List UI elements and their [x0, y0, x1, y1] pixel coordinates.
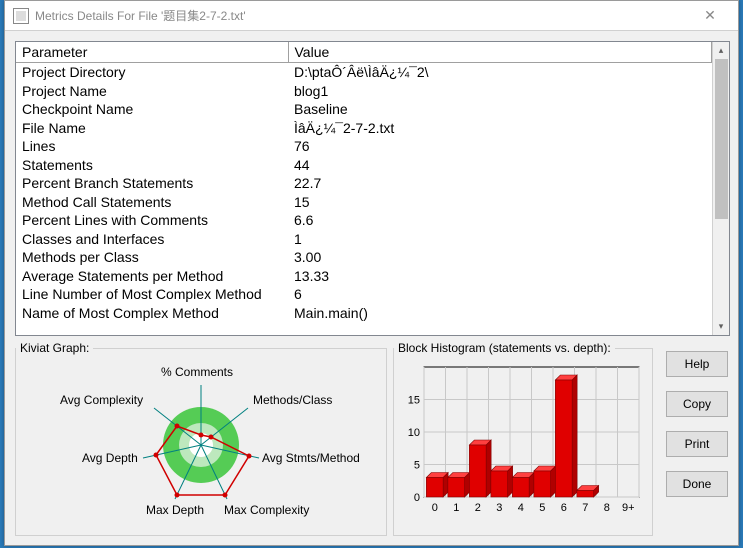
table-row[interactable]: Method Call Statements15: [16, 193, 712, 212]
done-button[interactable]: Done: [666, 471, 728, 497]
histogram-bar: [426, 478, 443, 498]
histogram-bar: [577, 491, 594, 498]
cell-param: Average Statements per Method: [16, 267, 288, 286]
cell-value: 76: [288, 137, 712, 156]
table-row[interactable]: Lines76: [16, 137, 712, 156]
table-row[interactable]: Name of Most Complex MethodMain.main(): [16, 304, 712, 323]
cell-param: Classes and Interfaces: [16, 230, 288, 249]
table-row[interactable]: Project DirectoryD:\ptaÔ´Âë\ÌâÄ¿¼¯2\: [16, 63, 712, 82]
table-row[interactable]: File NameÌâÄ¿¼¯2-7-2.txt: [16, 119, 712, 138]
content-area: Parameter Value Project DirectoryD:\ptaÔ…: [15, 41, 728, 535]
histogram-bar: [491, 471, 508, 497]
histogram-xtick: 1: [453, 502, 459, 514]
kiviat-label-avg-depth: Avg Depth: [82, 451, 138, 465]
table-row[interactable]: Percent Branch Statements22.7: [16, 174, 712, 193]
cell-value: Baseline: [288, 100, 712, 119]
histogram-xtick: 4: [518, 502, 524, 514]
histogram-xtick: 2: [475, 502, 481, 514]
table-row[interactable]: Methods per Class3.00: [16, 248, 712, 267]
histogram-bar: [555, 380, 572, 497]
histogram-xtick: 0: [432, 502, 438, 514]
kiviat-label-methods-class: Methods/Class: [253, 393, 332, 407]
table-row[interactable]: Percent Lines with Comments6.6: [16, 211, 712, 230]
histogram-legend: Block Histogram (statements vs. depth):: [394, 341, 615, 355]
cell-value: 13.33: [288, 267, 712, 286]
cell-value: blog1: [288, 82, 712, 101]
histogram-xtick: 8: [604, 502, 610, 514]
cell-param: Methods per Class: [16, 248, 288, 267]
cell-value: 15: [288, 193, 712, 212]
table-row[interactable]: Project Nameblog1: [16, 82, 712, 101]
metrics-table: Parameter Value Project DirectoryD:\ptaÔ…: [16, 42, 712, 322]
histogram-bar: [534, 471, 551, 497]
kiviat-label-avg-stmts: Avg Stmts/Method: [262, 451, 360, 465]
scroll-track[interactable]: [713, 59, 729, 318]
header-value[interactable]: Value: [288, 42, 712, 63]
close-button[interactable]: ✕: [690, 2, 730, 30]
copy-button[interactable]: Copy: [666, 391, 728, 417]
table-row[interactable]: Line Number of Most Complex Method6: [16, 285, 712, 304]
histogram-chart: 0 5 10 15 0 1 2 3 4 5 6 7 8 9+: [394, 355, 652, 530]
cell-value: 44: [288, 156, 712, 175]
table-row[interactable]: Statements44: [16, 156, 712, 175]
kiviat-panel: Kiviat Graph:: [15, 341, 385, 536]
vertical-scrollbar[interactable]: ▴ ▾: [712, 42, 729, 335]
scroll-thumb[interactable]: [715, 59, 728, 219]
scroll-down-arrow-icon[interactable]: ▾: [713, 318, 729, 335]
kiviat-body: % Comments Methods/Class Avg Stmts/Metho…: [16, 355, 386, 530]
table-row[interactable]: Classes and Interfaces1: [16, 230, 712, 249]
cell-param: Statements: [16, 156, 288, 175]
histogram-xtick: 5: [539, 502, 545, 514]
titlebar: Metrics Details For File '题目集2-7-2.txt' …: [5, 1, 738, 31]
histogram-ytick: 10: [408, 427, 420, 439]
cell-param: Project Directory: [16, 63, 288, 82]
kiviat-label-max-complexity: Max Complexity: [224, 503, 309, 517]
table-row[interactable]: Average Statements per Method13.33: [16, 267, 712, 286]
print-button[interactable]: Print: [666, 431, 728, 457]
cell-value: ÌâÄ¿¼¯2-7-2.txt: [288, 119, 712, 138]
cell-param: Percent Branch Statements: [16, 174, 288, 193]
metrics-table-panel: Parameter Value Project DirectoryD:\ptaÔ…: [15, 41, 730, 336]
cell-param: Lines: [16, 137, 288, 156]
cell-param: Checkpoint Name: [16, 100, 288, 119]
cell-value: 6.6: [288, 211, 712, 230]
window: Metrics Details For File '题目集2-7-2.txt' …: [4, 0, 739, 546]
metrics-table-scroll[interactable]: Parameter Value Project DirectoryD:\ptaÔ…: [16, 42, 712, 335]
cell-value: 3.00: [288, 248, 712, 267]
scroll-up-arrow-icon[interactable]: ▴: [713, 42, 729, 59]
cell-param: Method Call Statements: [16, 193, 288, 212]
cell-param: Project Name: [16, 82, 288, 101]
histogram-bar: [448, 478, 465, 498]
table-row[interactable]: Checkpoint NameBaseline: [16, 100, 712, 119]
kiviat-label-avg-complexity: Avg Complexity: [60, 393, 143, 407]
cell-value: D:\ptaÔ´Âë\ÌâÄ¿¼¯2\: [288, 63, 712, 82]
kiviat-legend: Kiviat Graph:: [16, 341, 93, 355]
help-button[interactable]: Help: [666, 351, 728, 377]
cell-param: Line Number of Most Complex Method: [16, 285, 288, 304]
histogram-xtick: 6: [561, 502, 567, 514]
app-icon: [13, 8, 29, 24]
cell-param: Name of Most Complex Method: [16, 304, 288, 323]
cell-param: Percent Lines with Comments: [16, 211, 288, 230]
histogram-ytick: 0: [414, 492, 420, 504]
cell-value: Main.main(): [288, 304, 712, 323]
button-column: Help Copy Print Done: [666, 351, 728, 511]
histogram-xtick: 3: [496, 502, 502, 514]
kiviat-label-comments: % Comments: [161, 365, 233, 379]
histogram-bar: [469, 445, 486, 497]
histogram-bar: [512, 478, 529, 498]
kiviat-label-max-depth: Max Depth: [146, 503, 204, 517]
histogram-ytick: 15: [408, 395, 420, 407]
histogram-body: 0 5 10 15 0 1 2 3 4 5 6 7 8 9+: [394, 355, 652, 530]
histogram-xtick: 7: [582, 502, 588, 514]
cell-value: 1: [288, 230, 712, 249]
header-parameter[interactable]: Parameter: [16, 42, 288, 63]
histogram-xtick: 9+: [622, 502, 635, 514]
cell-value: 6: [288, 285, 712, 304]
cell-param: File Name: [16, 119, 288, 138]
cell-value: 22.7: [288, 174, 712, 193]
histogram-ytick: 5: [414, 460, 420, 472]
histogram-panel: Block Histogram (statements vs. depth): …: [393, 341, 653, 536]
window-title: Metrics Details For File '题目集2-7-2.txt': [35, 7, 690, 24]
